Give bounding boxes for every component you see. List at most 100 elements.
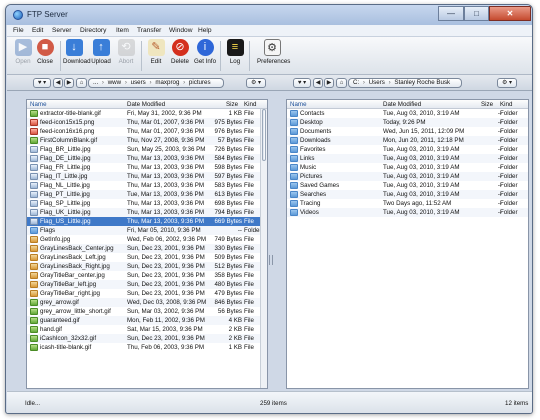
right-forward-button[interactable]: ▶	[324, 78, 334, 88]
remote-header-name[interactable]: Name	[30, 101, 47, 108]
left-path-segment-www[interactable]: www	[107, 79, 122, 87]
edit-button[interactable]: ✎ Edit	[145, 39, 167, 73]
remote-file-row[interactable]: GrayLinesBack_Right.jpg Sun, Dec 23, 2001…	[27, 262, 267, 271]
remote-file-name: Flag_BR_Little.jpg	[40, 146, 91, 153]
close-window-button[interactable]: ✕	[489, 6, 531, 21]
remote-file-date: Sun, Mar 03, 2002, 9:36 PM	[127, 308, 205, 315]
remote-file-row[interactable]: GrayTitleBar_right.jpg Sun, Dec 23, 2001,…	[27, 289, 267, 298]
log-button[interactable]: ≡ Log	[224, 39, 246, 73]
remote-file-row[interactable]: grey_arrow.gif Wed, Dec 03, 2008, 9:36 PM…	[27, 298, 267, 307]
remote-file-row[interactable]: GrayLinesBack_Left.jpg Sun, Dec 23, 2001,…	[27, 253, 267, 262]
remote-file-row[interactable]: guaranteed.gif Mon, Feb 11, 2002, 9:36 PM…	[27, 316, 267, 325]
remote-file-row[interactable]: iCashIcon_32x32.gif Sun, Dec 23, 2001, 9:…	[27, 334, 267, 343]
right-bookmark-button[interactable]: ♥ ▾	[293, 78, 311, 88]
left-path-segment-maxprog[interactable]: maxprog	[154, 79, 180, 87]
local-file-row[interactable]: Desktop Today, 9:26 PM -- Folder	[287, 118, 528, 127]
remote-file-row[interactable]: Flag_US_Little.jpg Thu, Mar 13, 2003, 9:3…	[27, 217, 267, 226]
remote-file-row[interactable]: Flag_BR_Little.jpg Sun, May 25, 2003, 9:3…	[27, 145, 267, 154]
menu-window[interactable]: Window	[169, 27, 192, 34]
folder-icon	[290, 182, 298, 189]
preferences-button[interactable]: ⚙ Preferences	[257, 39, 290, 73]
delete-button[interactable]: ⊘ Delete	[169, 39, 191, 73]
local-file-date: Tue, Aug 03, 2010, 3:19 AM	[383, 155, 460, 162]
maximize-button[interactable]: □	[464, 6, 489, 21]
menu-edit[interactable]: Edit	[32, 27, 43, 34]
right-home-icon[interactable]: ⌂	[336, 78, 347, 88]
left-forward-button[interactable]: ▶	[64, 78, 74, 88]
left-breadcrumb[interactable]: ... › www › users › maxprog › pictures	[88, 78, 224, 88]
get-info-button[interactable]: i Get Info	[194, 39, 216, 73]
remote-file-row[interactable]: Flag_FR_Little.jpg Thu, Mar 13, 2003, 9:3…	[27, 163, 267, 172]
remote-file-row[interactable]: Flag_SP_Little.jpg Thu, Mar 13, 2003, 9:3…	[27, 199, 267, 208]
remote-file-row[interactable]: Flag_DE_Little.jpg Thu, Mar 13, 2003, 9:3…	[27, 154, 267, 163]
remote-header-kind[interactable]: Kind	[244, 101, 256, 108]
local-file-row[interactable]: Contacts Tue, Aug 03, 2010, 3:19 AM -- Fold…	[287, 109, 528, 118]
remote-scrollbar-thumb[interactable]	[262, 109, 266, 161]
left-back-button[interactable]: ◀	[53, 78, 63, 88]
local-file-row[interactable]: Pictures Tue, Aug 03, 2010, 3:19 AM -- Fold…	[287, 172, 528, 181]
remote-scrollbar[interactable]	[260, 109, 267, 388]
remote-file-row[interactable]: icash-title-blank.gif Thu, Feb 06, 2003, …	[27, 343, 267, 352]
close-button[interactable]: ■ Close	[34, 39, 56, 73]
local-file-row[interactable]: Documents Wed, Jun 15, 2011, 12:09 PM -- Fo…	[287, 127, 528, 136]
remote-file-row[interactable]: GrayTitleBar_center.jpg Sun, Dec 23, 2001…	[27, 271, 267, 280]
remote-file-row[interactable]: GetInfo.jpg Wed, Feb 06, 2002, 9:36 PM 749…	[27, 235, 267, 244]
remote-file-row[interactable]: Flag_IT_Little.jpg Thu, Mar 13, 2003, 9:3…	[27, 172, 267, 181]
remote-file-row[interactable]: grey_arrow_little_short.gif Sun, Mar 03, …	[27, 307, 267, 316]
remote-file-row[interactable]: feed-icon15x15.png Thu, Mar 01, 2007, 9:3…	[27, 118, 267, 127]
left-path-segment-ellipsis[interactable]: ...	[92, 79, 99, 87]
log-icon: ≡	[226, 39, 244, 56]
right-breadcrumb[interactable]: C: › Users › Stanley Roche Busk	[348, 78, 462, 88]
remote-file-row[interactable]: GrayTitleBar_left.jpg Sun, Dec 23, 2001, …	[27, 280, 267, 289]
download-button[interactable]: ↓ Download	[63, 39, 91, 73]
local-file-row[interactable]: Saved Games Tue, Aug 03, 2010, 3:19 AM -- F…	[287, 181, 528, 190]
local-file-row[interactable]: Tracing Two Days ago, 11:52 AM -- Folder	[287, 199, 528, 208]
left-path-segment-users[interactable]: users	[130, 79, 147, 87]
remote-file-date: Thu, Mar 13, 2003, 9:36 PM	[127, 218, 205, 225]
left-home-icon[interactable]: ⌂	[76, 78, 87, 88]
local-header-kind[interactable]: Kind	[500, 101, 512, 108]
right-back-button[interactable]: ◀	[313, 78, 323, 88]
remote-file-row[interactable]: FirstColumnBlank.gif Thu, Nov 27, 2008, 9…	[27, 136, 267, 145]
local-header-name[interactable]: Name	[290, 101, 307, 108]
right-path-segment-stanley[interactable]: Stanley Roche Busk	[393, 79, 451, 87]
remote-header-date[interactable]: Date Modified	[127, 101, 165, 108]
menu-item[interactable]: Item	[116, 27, 129, 34]
local-header-date[interactable]: Date Modified	[383, 101, 421, 108]
open-button[interactable]: ▶ Open	[12, 39, 34, 73]
remote-file-row[interactable]: Flag_NL_Little.jpg Thu, Mar 13, 2003, 9:3…	[27, 181, 267, 190]
local-header-size[interactable]: Size	[481, 101, 493, 108]
right-gear-menu-button[interactable]: ⚙ ▾	[497, 78, 517, 88]
remote-file-row[interactable]: Flags Fri, Mar 05, 2010, 9:36 PM -- Folder	[27, 226, 267, 235]
local-file-row[interactable]: Favorites Tue, Aug 03, 2010, 3:19 AM -- Fol…	[287, 145, 528, 154]
menu-help[interactable]: Help	[198, 27, 212, 34]
local-file-name: Pictures	[300, 173, 323, 180]
left-gear-menu-button[interactable]: ⚙ ▾	[246, 78, 266, 88]
right-path-segment-users[interactable]: Users	[368, 79, 386, 87]
left-bookmark-button[interactable]: ♥ ▾	[33, 78, 51, 88]
menu-transfer[interactable]: Transfer	[137, 27, 161, 34]
menu-file[interactable]: File	[13, 27, 24, 34]
title-bar[interactable]: FTP Server — □ ✕	[6, 5, 532, 25]
menu-directory[interactable]: Directory	[80, 27, 106, 34]
upload-button[interactable]: ↑ Upload	[90, 39, 112, 73]
remote-file-row[interactable]: feed-icon16x16.png Thu, Mar 01, 2007, 9:3…	[27, 127, 267, 136]
remote-file-row[interactable]: GrayLinesBack_Center.jpg Sun, Dec 23, 200…	[27, 244, 267, 253]
left-path-segment-pictures[interactable]: pictures	[188, 79, 212, 87]
pane-splitter-handle[interactable]	[269, 255, 273, 265]
local-file-row[interactable]: Searches Tue, Aug 03, 2010, 3:19 AM -- Fold…	[287, 190, 528, 199]
remote-file-row[interactable]: Flag_PT_Little.jpg Tue, Mar 13, 2003, 9:3…	[27, 190, 267, 199]
local-file-row[interactable]: Links Tue, Aug 03, 2010, 3:19 AM -- Folder	[287, 154, 528, 163]
abort-button[interactable]: ⟲ Abort	[115, 39, 137, 73]
remote-file-row[interactable]: hand.gif Sat, Mar 15, 2003, 9:36 PM 2 KB Fi…	[27, 325, 267, 334]
menu-server[interactable]: Server	[52, 27, 71, 34]
remote-file-row[interactable]: Flag_UK_Little.jpg Thu, Mar 13, 2003, 9:3…	[27, 208, 267, 217]
local-file-row[interactable]: Music Tue, Aug 03, 2010, 3:19 AM -- Folder	[287, 163, 528, 172]
minimize-button[interactable]: —	[438, 6, 464, 21]
remote-file-date: Thu, Mar 13, 2003, 9:36 PM	[127, 182, 205, 189]
remote-file-row[interactable]: extractor-title-blank.gif Fri, May 31, 20…	[27, 109, 267, 118]
right-path-segment-c[interactable]: C:	[352, 79, 360, 87]
local-file-row[interactable]: Videos Tue, Aug 03, 2010, 3:19 AM -- Folder	[287, 208, 528, 217]
local-file-row[interactable]: Downloads Mon, Jun 20, 2011, 12:18 PM -- Fo…	[287, 136, 528, 145]
remote-header-size[interactable]: Size	[226, 101, 238, 108]
